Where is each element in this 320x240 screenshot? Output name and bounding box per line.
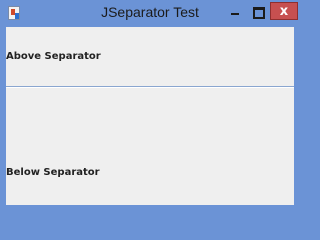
above-separator-label: Above Separator [6,51,101,62]
content-pane: Above Separator Below Separator [6,26,294,205]
title-bar[interactable]: JSeparator Test x [0,0,300,26]
application-window: JSeparator Test x Above Separator Below … [0,0,300,210]
minimize-button[interactable] [225,3,245,21]
close-button[interactable]: x [270,2,298,20]
maximize-button[interactable] [248,3,268,21]
close-icon: x [279,3,289,19]
horizontal-separator [6,86,294,88]
below-separator-label: Below Separator [6,167,100,178]
